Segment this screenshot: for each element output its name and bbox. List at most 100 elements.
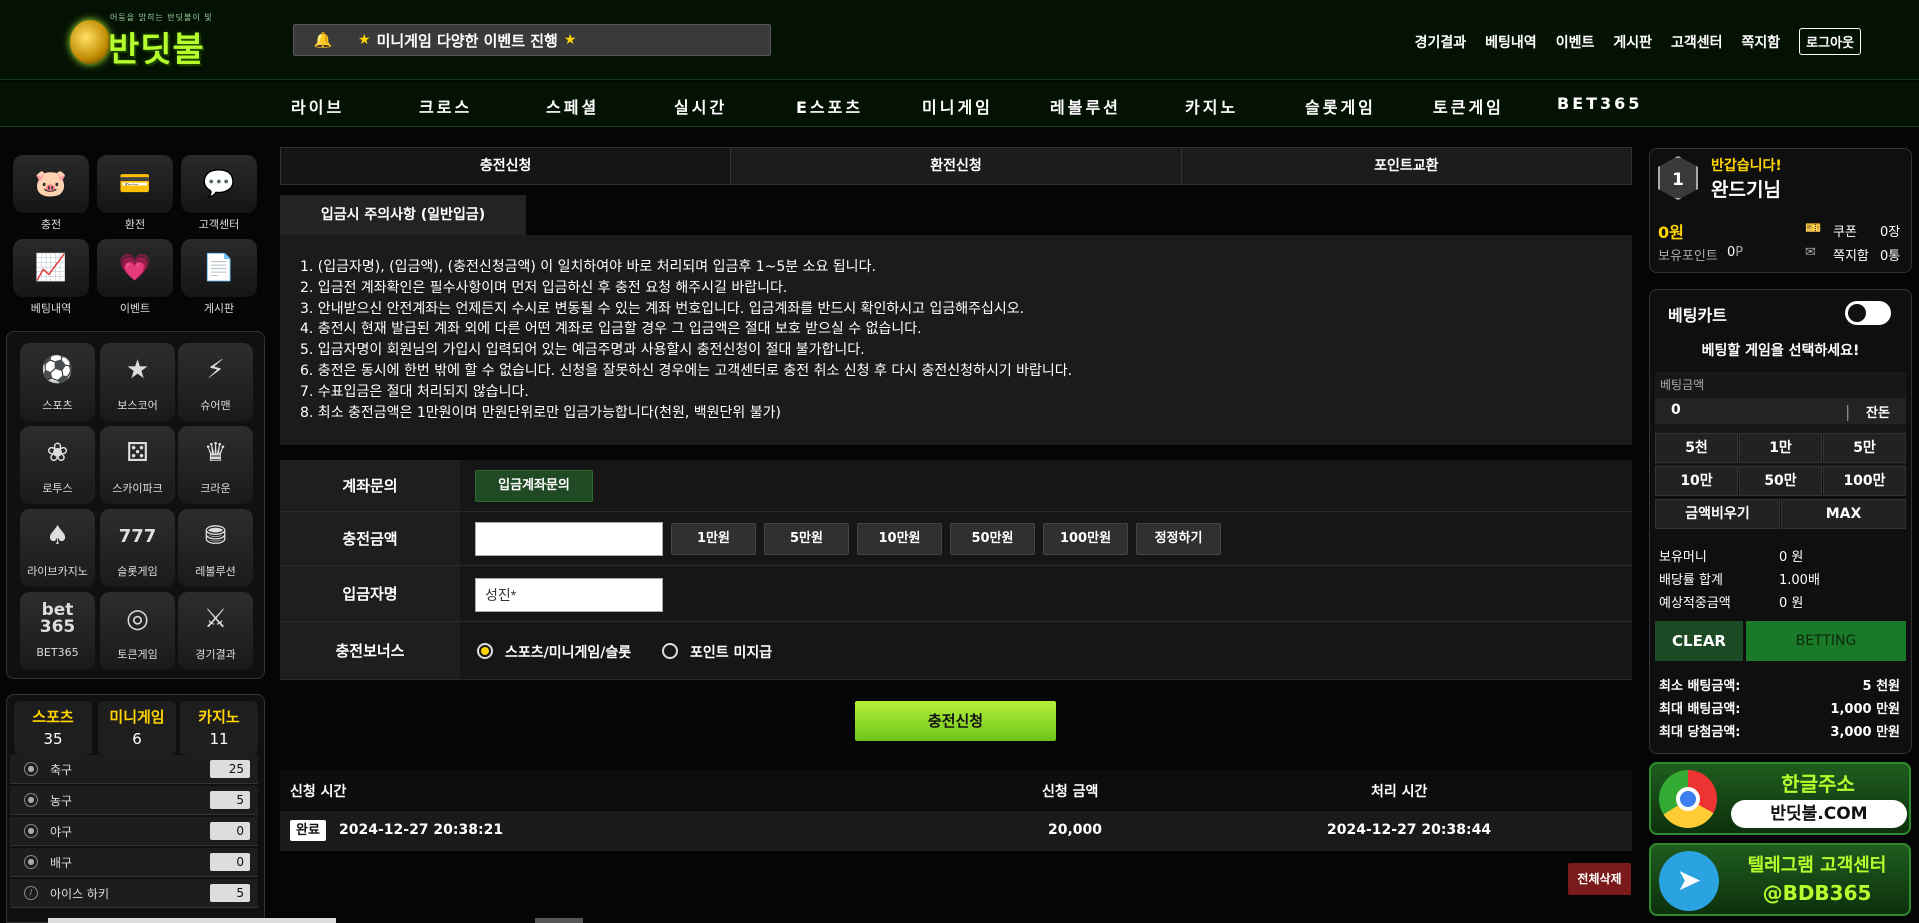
message-label[interactable]: 쪽지함 [1833,245,1869,264]
section-title: 입금시 주의사항 (일반입금) [280,195,526,235]
nav-minigame[interactable]: 미니게임 [922,94,993,118]
quick-bet-history[interactable]: 📈 베팅내역 [13,239,89,315]
request-time: 2024-12-27 20:38:21 [339,822,504,838]
game-revolution[interactable]: ⛃ 레볼루션 [178,509,253,587]
quick-5k-button[interactable]: 5천 [1655,433,1738,463]
link-messages[interactable]: 쪽지함 [1742,32,1781,52]
quick-events[interactable]: 💗 이벤트 [97,239,173,315]
processed-time: 2024-12-27 20:38:44 [1327,822,1492,838]
game-results[interactable]: ⚔ 경기결과 [178,592,253,670]
logo[interactable]: 어둠을 밝히는 반딧불이 빛 반딧불 [58,8,224,70]
amount-100k-button[interactable]: 10만원 [857,523,942,555]
bet-amount-input[interactable]: 0 | 잔돈 [1655,398,1906,424]
amount-10k-button[interactable]: 1만원 [671,523,756,555]
betting-button[interactable]: BETTING [1746,621,1906,661]
top-links: 경기결과 베팅내역 이벤트 게시판 고객센터 쪽지함 로그아웃 [1396,28,1861,55]
count-sports[interactable]: 스포츠 35 [14,701,92,755]
star-icon: ★ [563,32,577,48]
quick-10k-button[interactable]: 1만 [1739,433,1822,463]
nav-bet365[interactable]: BET365 [1557,94,1642,113]
clear-button[interactable]: CLEAR [1655,621,1743,661]
count-minigame[interactable]: 미니게임 6 [98,701,176,755]
game-crown[interactable]: ♛ 크라운 [178,426,253,504]
nav-slot[interactable]: 슬롯게임 [1305,94,1376,118]
deposit-submit-button[interactable]: 충전신청 [855,701,1056,741]
change-button[interactable]: 잔돈 [1866,402,1890,421]
game-lotus[interactable]: ❀ 로투스 [20,426,95,504]
nav-realtime[interactable]: 실시간 [674,94,727,118]
tab-point-exchange[interactable]: 포인트교환 [1180,148,1631,184]
max-bet-value: 1,000 만원 [1830,702,1900,717]
nav-casino[interactable]: 카지노 [1185,94,1238,118]
amount-reset-button[interactable]: 정정하기 [1136,523,1221,555]
game-bet365[interactable]: bet 365 BET365 [20,592,95,670]
tab-withdraw[interactable]: 환전신청 [730,148,1181,184]
sport-item-hockey[interactable]: / 아이스 하키 5 [10,879,258,908]
notice-line: 3. 안내받으신 안전계좌는 언제든지 수시로 변동될 수 있는 계좌 번호입니… [300,300,1025,317]
account-inquiry-button[interactable]: 입금계좌문의 [475,470,593,502]
nav-cross[interactable]: 크로스 [419,94,472,118]
clear-amount-button[interactable]: 금액비우기 [1655,499,1780,529]
game-slot[interactable]: 777 슬롯게임 [100,509,175,587]
notice-bar[interactable]: 🔔 ★ 미니게임 다양한 이벤트 진행 ★ [293,24,771,56]
sport-item-baseball[interactable]: ● 야구 0 [10,817,258,846]
bonus-radio-none[interactable] [662,643,678,659]
domain-banner[interactable]: 한글주소 반딧불.COM [1649,762,1911,835]
link-support[interactable]: 고객센터 [1671,32,1723,52]
username: 완드기님 [1711,179,1781,201]
nav-live[interactable]: 라이브 [291,94,344,118]
bonus-radio-sports[interactable] [477,643,493,659]
scrollbar-thumb[interactable] [535,918,583,923]
amount-50k-button[interactable]: 5만원 [764,523,849,555]
nav-esports[interactable]: E스포츠 [796,94,863,118]
game-live-casino[interactable]: ♠ 라이브카지노 [20,509,95,587]
nav-special[interactable]: 스페셜 [546,94,599,118]
quick-1m-button[interactable]: 100만 [1823,466,1906,496]
game-skypark[interactable]: ⚄ 스카이파크 [100,426,175,504]
game-token[interactable]: ◎ 토큰게임 [100,592,175,670]
level-badge: 1 [1658,156,1698,200]
count-casino[interactable]: 카지노 11 [180,701,258,755]
quick-50k-button[interactable]: 5만 [1823,433,1906,463]
game-sports[interactable]: ⚽ 스포츠 [20,343,95,421]
bet-amount-label: 베팅금액 [1660,378,1705,392]
quick-board[interactable]: 📄 게시판 [181,239,257,315]
amount-input[interactable] [475,522,663,556]
notice-line: 4. 충전시 현재 발급된 계좌 외에 다른 어떤 계좌로 입금할 경우 그 입… [300,321,922,338]
soccer-ball-icon: ⚽ [41,355,74,385]
link-bet-history[interactable]: 베팅내역 [1485,32,1537,52]
telegram-banner[interactable]: ➤ 텔레그램 고객센터 @BDB365 [1649,843,1911,916]
link-results[interactable]: 경기결과 [1415,32,1467,52]
history-row[interactable]: 완료 2024-12-27 20:38:21 20,000 2024-12-27… [280,811,1632,851]
quick-deposit[interactable]: 🐷 충전 [13,155,89,231]
quick-support[interactable]: 💬 고객센터 [181,155,257,231]
game-sureman[interactable]: ⚡ 슈어맨 [178,343,253,421]
logout-button[interactable]: 로그아웃 [1799,28,1861,55]
link-events[interactable]: 이벤트 [1556,32,1595,52]
sport-item-volleyball[interactable]: ● 배구 0 [10,848,258,877]
link-board[interactable]: 게시판 [1613,32,1652,52]
nav-token[interactable]: 토큰게임 [1433,94,1504,118]
notice-text: 미니게임 다양한 이벤트 진행 [376,31,558,50]
quick-100k-button[interactable]: 10만 [1655,466,1738,496]
min-bet-label: 최소 배팅금액: [1659,679,1741,694]
delete-all-button[interactable]: 전체삭제 [1568,863,1631,895]
nav-revolution[interactable]: 레볼루션 [1050,94,1121,118]
user-box: 1 반갑습니다! 완드기님 0원 보유포인트 0P 🎫 쿠폰 0장 ✉ 쪽지함 … [1649,148,1912,273]
bet-slip-toggle[interactable] [1845,301,1891,325]
money-value: 0 원 [1779,550,1804,565]
depositor-input[interactable] [475,578,663,612]
bonus-option-sports[interactable]: 스포츠/미니게임/슬롯 [505,642,631,662]
quick-500k-button[interactable]: 50만 [1739,466,1822,496]
amount-1m-button[interactable]: 100만원 [1043,523,1128,555]
sport-item-basketball[interactable]: ● 농구 5 [10,786,258,815]
horizontal-scrollbar[interactable] [48,918,336,923]
coupon-label[interactable]: 쿠폰 [1833,221,1857,240]
amount-500k-button[interactable]: 50만원 [950,523,1035,555]
quick-withdraw[interactable]: 💳 환전 [97,155,173,231]
sport-item-soccer[interactable]: ● 축구 25 [10,755,258,784]
max-button[interactable]: MAX [1781,499,1906,529]
game-boscore[interactable]: ★ 보스코어 [100,343,175,421]
bonus-option-none[interactable]: 포인트 미지급 [690,642,772,662]
tab-deposit[interactable]: 충전신청 [281,148,731,184]
